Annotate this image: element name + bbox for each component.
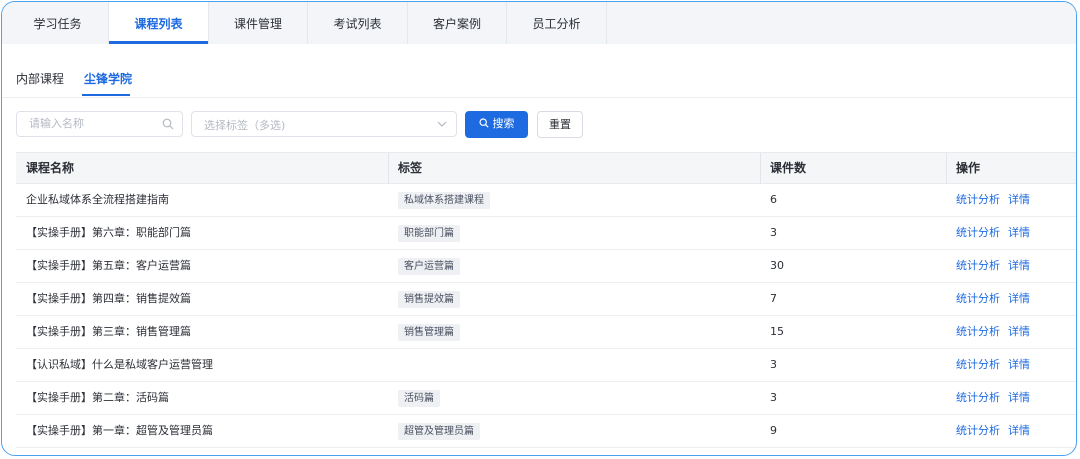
actions-cell: 统计分析 详情 <box>956 415 1038 448</box>
courseware-count: 15 <box>770 325 784 338</box>
tag-cell: 客户运营篇 <box>398 250 460 283</box>
column-divider <box>946 153 947 184</box>
actions-cell: 统计分析 详情 <box>956 382 1038 415</box>
table-row: 【认识私域】什么是私域客户运营管理 3 统计分析 详情 <box>16 349 1076 382</box>
column-divider <box>760 153 761 184</box>
stats-analysis-link[interactable]: 统计分析 <box>956 259 1000 272</box>
course-name: 【实操手册】第二章：活码篇 <box>26 391 169 404</box>
tag-select-placeholder: 选择标签（多选) <box>204 119 286 132</box>
details-link[interactable]: 详情 <box>1008 325 1030 338</box>
search-icon <box>478 118 489 128</box>
app-frame: 学习任务 课程列表 课件管理 考试列表 客户案例 员工分析 内部课程 尘锋学院 … <box>1 1 1077 456</box>
column-header-course-name: 课程名称 <box>26 161 75 175</box>
search-button-label: 搜索 <box>492 117 515 130</box>
stats-analysis-link[interactable]: 统计分析 <box>956 391 1000 404</box>
stats-analysis-link[interactable]: 统计分析 <box>956 325 1000 338</box>
actions-cell: 统计分析 详情 <box>956 349 1038 382</box>
tag-cell: 超管及管理员篇 <box>398 415 480 448</box>
tag-badge: 客户运营篇 <box>398 257 460 275</box>
column-divider <box>388 153 389 184</box>
name-search-input[interactable] <box>27 116 151 131</box>
tag-cell: 活码篇 <box>398 382 440 415</box>
tag-cell: 私域体系搭建课程 <box>398 184 490 217</box>
details-link[interactable]: 详情 <box>1008 391 1030 404</box>
table-row: 【实操手册】第三章：销售管理篇 销售管理篇 15 统计分析 详情 <box>16 316 1076 349</box>
subtab-internal-courses[interactable]: 内部课程 <box>16 70 64 87</box>
table-row: 【实操手册】第一章：超管及管理员篇 超管及管理员篇 9 统计分析 详情 <box>16 415 1076 448</box>
stats-analysis-link[interactable]: 统计分析 <box>956 292 1000 305</box>
table-row: 企业私域体系全流程搭建指南 私域体系搭建课程 6 统计分析 详情 <box>16 184 1076 217</box>
course-name: 【实操手册】第六章：职能部门篇 <box>26 226 191 239</box>
tag-badge: 活码篇 <box>398 389 440 407</box>
search-icon <box>162 118 174 130</box>
tag-select[interactable]: 选择标签（多选) <box>191 111 457 137</box>
stats-analysis-link[interactable]: 统计分析 <box>956 358 1000 371</box>
tag-badge: 销售管理篇 <box>398 323 460 341</box>
courseware-count: 7 <box>770 292 777 305</box>
tag-badge: 销售提效篇 <box>398 290 460 308</box>
details-link[interactable]: 详情 <box>1008 358 1030 371</box>
table-row: 【实操手册】第四章：销售提效篇 销售提效篇 7 统计分析 详情 <box>16 283 1076 316</box>
tab-staff-analysis[interactable]: 员工分析 <box>507 2 607 44</box>
subtab-chenfeng-academy[interactable]: 尘锋学院 <box>84 70 132 87</box>
search-button[interactable]: 搜索 <box>465 111 528 138</box>
courseware-count: 6 <box>770 193 777 206</box>
details-link[interactable]: 详情 <box>1008 292 1030 305</box>
actions-cell: 统计分析 详情 <box>956 316 1038 349</box>
tag-badge: 超管及管理员篇 <box>398 422 480 440</box>
table-header: 课程名称 标签 课件数 操作 <box>16 152 1076 184</box>
tag-cell: 销售管理篇 <box>398 316 460 349</box>
table-row: 【实操手册】第六章：职能部门篇 职能部门篇 3 统计分析 详情 <box>16 217 1076 250</box>
course-name: 【实操手册】第一章：超管及管理员篇 <box>26 424 213 437</box>
tag-cell: 销售提效篇 <box>398 283 460 316</box>
tab-exams[interactable]: 考试列表 <box>308 2 408 44</box>
courseware-count: 3 <box>770 391 777 404</box>
course-name: 【认识私域】什么是私域客户运营管理 <box>26 358 213 371</box>
details-link[interactable]: 详情 <box>1008 193 1030 206</box>
top-tab-bar: 学习任务 课程列表 课件管理 考试列表 客户案例 员工分析 <box>2 2 1076 44</box>
tab-customer-cases[interactable]: 客户案例 <box>408 2 507 44</box>
tab-courseware[interactable]: 课件管理 <box>209 2 308 44</box>
actions-cell: 统计分析 详情 <box>956 283 1038 316</box>
subtab-active-indicator <box>82 94 130 96</box>
stats-analysis-link[interactable]: 统计分析 <box>956 226 1000 239</box>
course-name: 【实操手册】第三章：销售管理篇 <box>26 325 191 338</box>
column-header-courseware-count: 课件数 <box>770 161 807 175</box>
stats-analysis-link[interactable]: 统计分析 <box>956 193 1000 206</box>
table-row: 【实操手册】第五章：客户运营篇 客户运营篇 30 统计分析 详情 <box>16 250 1076 283</box>
tag-badge: 职能部门篇 <box>398 224 460 242</box>
reset-button[interactable]: 重置 <box>537 111 583 138</box>
courseware-count: 30 <box>770 259 784 272</box>
actions-cell: 统计分析 详情 <box>956 217 1038 250</box>
table-row: 【实操手册】第二章：活码篇 活码篇 3 统计分析 详情 <box>16 382 1076 415</box>
courseware-count: 3 <box>770 358 777 371</box>
chevron-down-icon <box>437 121 447 127</box>
actions-cell: 统计分析 详情 <box>956 184 1038 217</box>
column-header-actions: 操作 <box>956 161 981 175</box>
tab-learning-tasks[interactable]: 学习任务 <box>7 2 109 44</box>
tag-badge: 私域体系搭建课程 <box>398 191 490 209</box>
actions-cell: 统计分析 详情 <box>956 250 1038 283</box>
course-name: 企业私域体系全流程搭建指南 <box>26 193 169 206</box>
course-name: 【实操手册】第五章：客户运营篇 <box>26 259 191 272</box>
column-header-tag: 标签 <box>398 161 423 175</box>
stats-analysis-link[interactable]: 统计分析 <box>956 424 1000 437</box>
details-link[interactable]: 详情 <box>1008 424 1030 437</box>
divider <box>2 97 1076 98</box>
tag-cell: 职能部门篇 <box>398 217 460 250</box>
details-link[interactable]: 详情 <box>1008 259 1030 272</box>
tab-course-list[interactable]: 课程列表 <box>109 2 209 44</box>
details-link[interactable]: 详情 <box>1008 226 1030 239</box>
courseware-count: 3 <box>770 226 777 239</box>
name-search-field[interactable] <box>16 111 183 137</box>
courseware-count: 9 <box>770 424 777 437</box>
course-name: 【实操手册】第四章：销售提效篇 <box>26 292 191 305</box>
